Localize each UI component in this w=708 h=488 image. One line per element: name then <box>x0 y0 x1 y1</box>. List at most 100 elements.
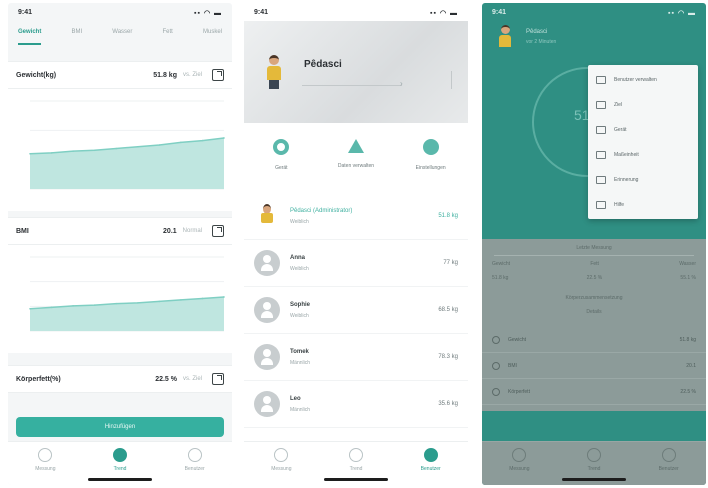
users-screen: 9:41 ▪▪ ◠ ▬ Pêdasci › Gerät Daten verwal… <box>244 3 468 485</box>
list-item[interactable]: Gewicht 51.8 kg <box>482 327 706 353</box>
bmi-icon <box>492 361 500 370</box>
data-point <box>223 296 225 298</box>
nav-user[interactable]: Benutzer <box>157 442 232 485</box>
nav-measure-label: Messung <box>35 466 56 472</box>
list-item[interactable]: Leo Männlich 35.6 kg <box>244 381 468 428</box>
profile-header[interactable]: Pêdasci › <box>244 21 468 123</box>
status-bar: 9:41 ▪▪ ◠ ▬ <box>8 3 232 21</box>
avatar <box>254 391 280 417</box>
trend-screen: 9:41 ▪▪ ◠ ▬ Gewicht BMI Wasser Fett Musk… <box>8 3 232 485</box>
user-icon <box>661 448 676 462</box>
trend-icon <box>587 448 601 462</box>
panel-col: Fett <box>590 261 599 267</box>
data-point <box>50 306 53 309</box>
data-point <box>115 147 118 150</box>
nav-user[interactable]: Benutzer <box>393 442 468 485</box>
help-icon <box>596 200 606 209</box>
add-button[interactable]: Hinzufügen <box>16 417 224 437</box>
options-menu: Benutzer verwalten Ziel Gerät Maßeinheit… <box>588 65 698 219</box>
menu-item-help[interactable]: Hilfe <box>588 192 698 217</box>
nav-measure-label: Messung <box>509 466 530 472</box>
nav-user[interactable]: Benutzer <box>631 442 706 485</box>
tab-fat[interactable]: Fett <box>163 29 173 45</box>
weight-chart <box>8 89 232 211</box>
member-name: Anna <box>290 254 305 261</box>
menu-item-reminder[interactable]: Erinnerung <box>588 167 698 192</box>
device-action[interactable]: Gerät <box>246 131 316 187</box>
list-item[interactable]: BMI 20.1 <box>482 353 706 379</box>
data-point <box>50 152 53 154</box>
nav-measure[interactable]: Messung <box>244 442 319 485</box>
data-point <box>93 149 96 152</box>
data-point <box>29 308 31 310</box>
summary-panel: Letzte Messung Gewicht Fett Wasser 51.8 … <box>482 239 706 411</box>
avatar <box>254 203 280 229</box>
list-item[interactable]: Pêdasci (Administrator) Weiblich 51.8 kg <box>244 193 468 240</box>
manage-data-action[interactable]: Daten verwalten <box>321 131 391 187</box>
user-name: Pêdasci <box>526 29 548 35</box>
panel-columns: Gewicht Fett Wasser <box>492 261 696 271</box>
avatar[interactable] <box>496 25 514 51</box>
nav-user-label: Benutzer <box>420 466 441 472</box>
data-point <box>136 145 139 148</box>
list-item[interactable]: Körperfett 22.5 % <box>482 379 706 405</box>
nav-measure[interactable]: Messung <box>8 442 83 485</box>
expand-icon[interactable] <box>212 69 224 81</box>
member-name: Pêdasci (Administrator) <box>290 207 353 214</box>
weight-unit: vs. Ziel <box>182 72 202 78</box>
nav-measure[interactable]: Messung <box>482 442 557 485</box>
member-gender: Weiblich <box>290 218 309 225</box>
divider <box>494 255 694 256</box>
weight-icon <box>492 335 500 344</box>
list-item[interactable]: Anna Weiblich 77 kg <box>244 240 468 287</box>
status-time: 9:41 <box>18 9 33 16</box>
menu-item-manage-users[interactable]: Benutzer verwalten <box>588 67 698 92</box>
panel-val: 51.8 kg <box>492 275 509 281</box>
menu-item-label: Gerät <box>614 126 627 133</box>
data-point <box>158 144 161 146</box>
panel-val: 22.5 % <box>586 275 603 281</box>
member-weight: 77 kg <box>443 260 458 266</box>
trend-icon <box>113 448 127 462</box>
data-point <box>72 305 74 307</box>
menu-item-unit[interactable]: Maßeinheit <box>588 142 698 167</box>
profile-name: Pêdasci <box>304 59 342 70</box>
member-weight: 78.3 kg <box>438 354 458 360</box>
user-subtitle: vor 2 Minuten <box>526 39 557 45</box>
member-weight: 68.5 kg <box>438 307 458 313</box>
metric-value: 20.1 <box>686 362 696 369</box>
member-weight: 35.6 kg <box>438 401 458 407</box>
panel-values: 51.8 kg 22.5 % 55.1 % <box>492 275 696 285</box>
menu-item-device[interactable]: Gerät <box>588 117 698 142</box>
tab-muscle[interactable]: Muskel <box>203 29 222 45</box>
list-item[interactable]: Tomek Männlich 78.3 kg <box>244 334 468 381</box>
list-item[interactable]: Sophie Weiblich 68.5 kg <box>244 287 468 334</box>
expand-icon[interactable] <box>212 225 224 237</box>
tab-weight[interactable]: Gewicht <box>18 29 42 45</box>
member-list: Pêdasci (Administrator) Weiblich 51.8 kg … <box>244 193 468 428</box>
expand-icon[interactable] <box>212 373 224 385</box>
menu-item-label: Erinnerung <box>614 176 639 183</box>
metric-label: Gewicht <box>508 336 527 343</box>
metric-value: 22.5 % <box>680 388 696 395</box>
nav-user-label: Benutzer <box>658 466 679 472</box>
metric-label: BMI <box>508 362 517 369</box>
details-link[interactable]: Details <box>482 309 706 315</box>
tab-water[interactable]: Wasser <box>112 29 132 45</box>
gear-icon <box>422 139 439 155</box>
scale-icon <box>274 448 289 462</box>
scale-icon <box>512 448 527 462</box>
avatar <box>254 250 280 276</box>
member-gender: Weiblich <box>290 265 309 272</box>
panel-val: 55.1 % <box>680 275 696 281</box>
settings-label: Einstellungen <box>415 165 446 171</box>
series-area <box>30 137 224 189</box>
device-action-label: Gerät <box>275 165 288 171</box>
tab-bmi[interactable]: BMI <box>71 29 82 45</box>
fat-icon <box>492 387 500 396</box>
settings-action[interactable]: Einstellungen <box>396 131 466 187</box>
avatar <box>254 344 280 370</box>
status-signal: ▪▪ ◠ ▬ <box>430 10 458 17</box>
menu-item-goal[interactable]: Ziel <box>588 92 698 117</box>
nav-trend-label: Trend <box>113 466 127 472</box>
